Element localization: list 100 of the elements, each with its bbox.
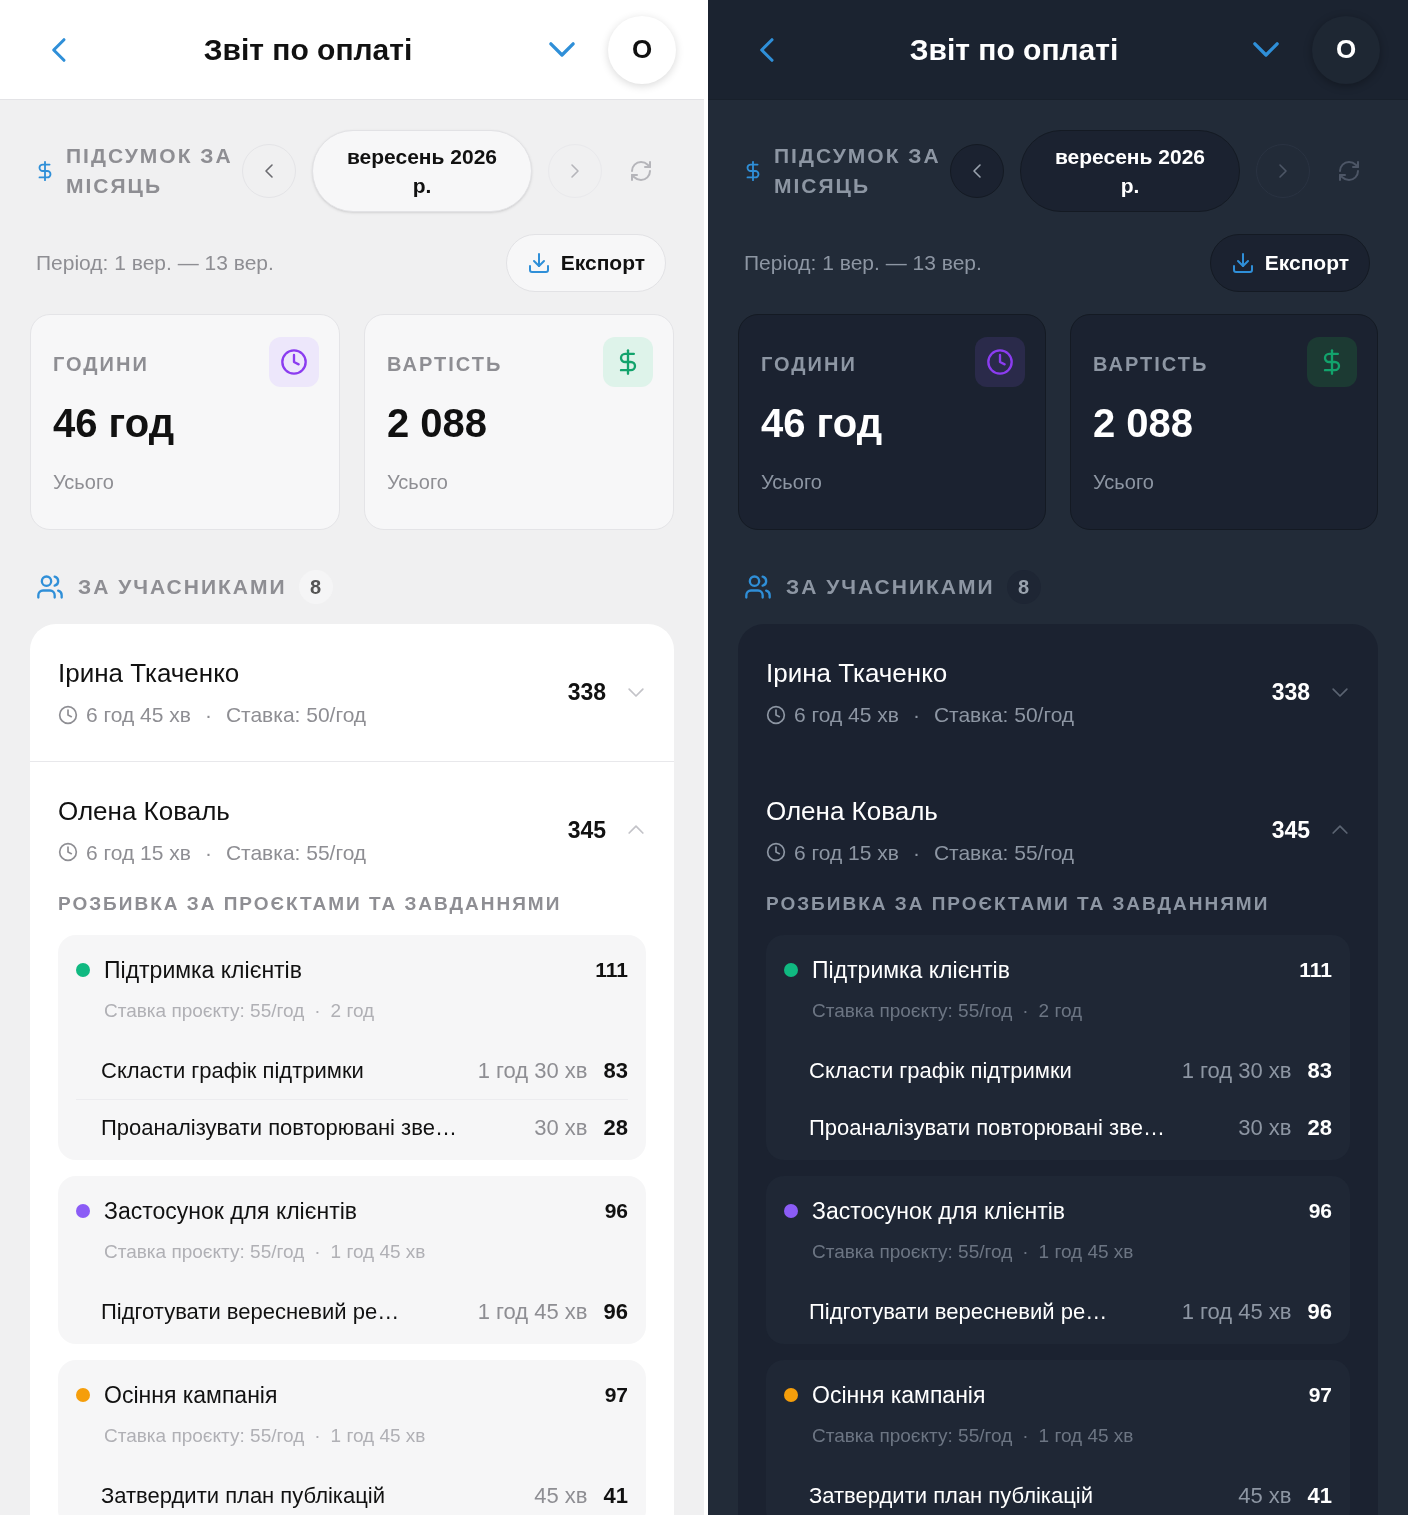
stat-label: ВАРТІСТЬ [387, 352, 503, 377]
project-amount: 96 [604, 1198, 628, 1224]
task-time: 1 год 30 хв [1181, 1056, 1292, 1085]
member-name: Олена Коваль [766, 794, 939, 828]
chevron-down-icon [1253, 42, 1279, 57]
people-icon [36, 573, 64, 601]
member-amount: 345 [567, 815, 606, 845]
task-time: 45 хв [1238, 1481, 1292, 1510]
member-row[interactable]: Ірина Ткаченко 6 год 45 хв · Ставка: 50/год 338 [738, 624, 1378, 761]
dollar-icon [603, 337, 653, 387]
clock-icon [269, 337, 319, 387]
member-time: 6 год 45 хв [794, 702, 899, 728]
member-name: Ірина Ткаченко [766, 657, 949, 690]
task-amount: 28 [1307, 1114, 1332, 1142]
member-rate: Ставка: 55/год [225, 839, 367, 866]
chevron-down-icon [549, 42, 575, 57]
avatar-button[interactable]: О [608, 15, 676, 84]
stat-caption: Усього [1093, 470, 1155, 495]
stat-caption: Усього [387, 470, 449, 495]
project-time: 1 год 45 хв [1038, 1424, 1134, 1448]
refresh-icon [629, 159, 653, 183]
project-amount: 96 [1308, 1198, 1332, 1224]
separator-dot: · [314, 1240, 321, 1264]
clock-icon [975, 337, 1025, 387]
task-time: 1 год 45 хв [477, 1297, 588, 1326]
task-amount: 96 [603, 1297, 628, 1326]
task-name: Проаналізувати повторювані зве… [809, 1114, 1166, 1142]
project-rate: Ставка проєкту: 55/год [104, 1240, 305, 1264]
member-row[interactable]: Ірина Ткаченко 6 год 45 хв · Ставка: 50/год 338 [30, 624, 674, 761]
separator-dot: · [912, 702, 920, 728]
stat-caption: Усього [761, 470, 823, 495]
refresh-icon [1337, 159, 1361, 183]
project-time: 1 год 45 хв [1038, 1240, 1134, 1264]
task-time: 45 хв [534, 1481, 588, 1510]
section-label: ЗА УЧАСНИКАМИ [786, 574, 995, 601]
section-label: ЗА УЧАСНИКАМИ [78, 574, 287, 601]
project-amount: 97 [604, 1382, 628, 1408]
stat-value: 46 год [53, 400, 176, 447]
back-chevron-icon [760, 37, 774, 62]
project-name: Осіння кампанія [104, 1380, 279, 1410]
task-amount: 96 [1307, 1297, 1332, 1326]
stat-value: 2 088 [1093, 400, 1195, 447]
task-name: Підготувати вересневий ре… [809, 1297, 1109, 1326]
project-amount: 111 [595, 957, 628, 983]
previous-month-button[interactable] [950, 144, 1004, 198]
member-count: 8 [298, 570, 333, 604]
task-time: 1 год 30 хв [477, 1056, 588, 1085]
task-time: 30 хв [534, 1114, 588, 1142]
member-rate: Ставка: 50/год [933, 702, 1075, 728]
task-time: 30 хв [1238, 1114, 1292, 1142]
export-button[interactable]: Експорт [505, 234, 666, 292]
project-name: Застосунок для клієнтів [812, 1196, 1067, 1226]
project-rate: Ставка проєкту: 55/год [812, 1424, 1013, 1448]
project-name: Підтримка клієнтів [104, 955, 303, 985]
project-name: Застосунок для клієнтів [104, 1196, 359, 1226]
stat-label: ГОДИНИ [53, 352, 149, 377]
separator-dot: · [1022, 1240, 1029, 1264]
member-name: Ірина Ткаченко [58, 657, 241, 690]
back-chevron-icon [52, 37, 66, 62]
member-amount: 338 [567, 678, 606, 707]
dollar-icon [1307, 337, 1357, 387]
stat-label: ВАРТІСТЬ [1093, 352, 1209, 377]
separator-dot: · [912, 839, 920, 866]
project-time: 1 год 45 хв [330, 1424, 426, 1448]
task-name: Підготувати вересневий ре… [101, 1297, 401, 1326]
stat-value: 46 год [761, 400, 884, 447]
month-picker[interactable]: вересень 2026 р. [1020, 130, 1240, 212]
task-name: Скласти графік підтримки [101, 1056, 365, 1085]
task-amount: 83 [1307, 1056, 1332, 1085]
chevron-right-icon [571, 164, 579, 178]
project-rate: Ставка проєкту: 55/год [104, 999, 305, 1023]
separator-dot: · [1022, 999, 1029, 1023]
month-picker[interactable]: вересень 2026 р. [312, 130, 532, 212]
task-amount: 41 [603, 1481, 628, 1510]
stat-value: 2 088 [387, 400, 489, 447]
chevron-left-icon [973, 164, 981, 178]
clock-icon [58, 842, 78, 863]
section-label: ПІДСУМОК ЗА МІСЯЦЬ [66, 143, 234, 199]
task-time: 1 год 45 хв [1181, 1297, 1292, 1326]
export-button[interactable]: Експорт [1209, 234, 1370, 292]
project-time: 1 год 45 хв [330, 1240, 426, 1264]
separator-dot: · [204, 839, 212, 866]
clock-icon [766, 842, 786, 863]
separator-dot: · [314, 1424, 321, 1448]
task-amount: 83 [603, 1056, 628, 1085]
separator-dot: · [1022, 1424, 1029, 1448]
download-icon [1230, 251, 1255, 275]
project-time: 2 год [1038, 999, 1083, 1023]
avatar-button[interactable]: О [1312, 15, 1380, 84]
member-amount: 338 [1271, 678, 1310, 707]
project-amount: 111 [1299, 957, 1332, 983]
project-time: 2 год [330, 999, 375, 1023]
people-icon [744, 573, 772, 601]
clock-icon [766, 704, 786, 725]
member-rate: Ставка: 50/год [225, 702, 367, 728]
clock-icon [58, 704, 78, 725]
project-amount: 97 [1308, 1382, 1332, 1408]
section-label: ПІДСУМОК ЗА МІСЯЦЬ [774, 143, 942, 199]
task-name: Проаналізувати повторювані зве… [101, 1114, 458, 1142]
project-rate: Ставка проєкту: 55/год [812, 1240, 1013, 1264]
